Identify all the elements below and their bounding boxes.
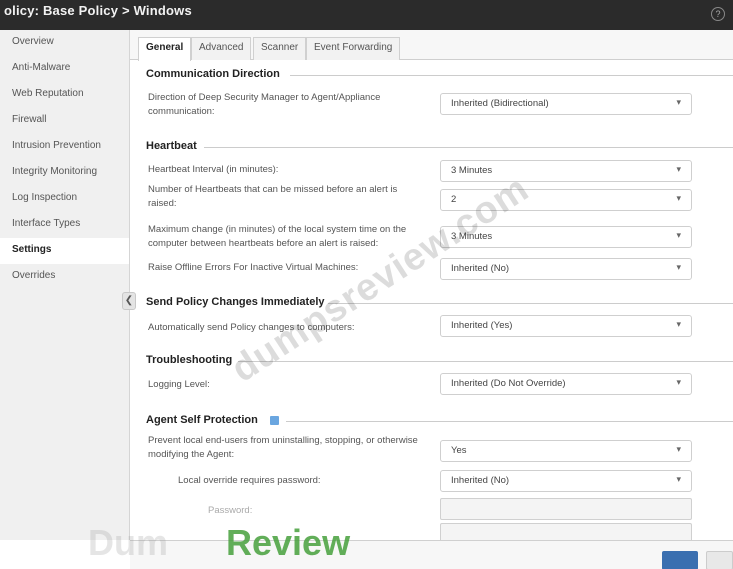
ok-button[interactable]	[662, 551, 698, 569]
bottom-watermark-green: Review	[226, 522, 351, 563]
tab-advanced[interactable]: Advanced	[191, 37, 252, 60]
heartbeat-interval-value: 3 Minutes	[451, 165, 493, 176]
main-panel: General Advanced Scanner Event Forwardin…	[130, 30, 733, 545]
direction-select-value: Inherited (Bidirectional)	[451, 98, 549, 109]
local-override-select[interactable]: Inherited (No) ▾	[440, 470, 692, 492]
local-override-label: Local override requires password:	[178, 475, 321, 486]
prevent-uninstall-value: Yes	[451, 445, 467, 456]
direction-label: Direction of Deep Security Manager to Ag…	[148, 92, 381, 117]
missed-heartbeats-label: Number of Heartbeats that can be missed …	[148, 184, 398, 209]
tab-event-forwarding[interactable]: Event Forwarding	[306, 37, 401, 60]
section-divider	[286, 421, 733, 422]
sidebar-item-settings[interactable]: Settings	[0, 238, 129, 264]
sidebar-item-overview[interactable]: Overview	[0, 30, 129, 56]
sidebar-item-integrity-monitoring[interactable]: Integrity Monitoring	[0, 160, 129, 186]
cancel-button[interactable]	[706, 551, 733, 569]
direction-select[interactable]: Inherited (Bidirectional) ▾	[440, 93, 692, 115]
heartbeat-interval-label: Heartbeat Interval (in minutes):	[148, 164, 279, 175]
section-divider	[204, 147, 733, 148]
sidebar: Overview Anti-Malware Web Reputation Fir…	[0, 30, 130, 540]
auto-send-select[interactable]: Inherited (Yes) ▾	[440, 315, 692, 337]
password-field[interactable]	[440, 498, 692, 520]
help-icon[interactable]: ?	[711, 7, 725, 21]
sidebar-item-interface-types[interactable]: Interface Types	[0, 212, 129, 238]
prevent-uninstall-label: Prevent local end-users from uninstallin…	[148, 435, 418, 460]
tab-scanner[interactable]: Scanner	[253, 37, 307, 60]
chevron-down-icon: ▾	[676, 444, 681, 454]
info-icon[interactable]	[270, 416, 279, 425]
chevron-down-icon: ▾	[676, 319, 681, 329]
sidebar-item-overrides[interactable]: Overrides	[0, 264, 129, 290]
sidebar-item-firewall[interactable]: Firewall	[0, 108, 129, 134]
offline-errors-value: Inherited (No)	[451, 263, 510, 274]
bottom-watermark-grey: Dum	[88, 522, 168, 563]
chevron-down-icon: ▾	[676, 262, 681, 272]
section-title-heartbeat: Heartbeat	[146, 140, 197, 152]
section-title-troubleshooting: Troubleshooting	[146, 354, 233, 366]
logging-level-label: Logging Level:	[148, 379, 210, 390]
sidebar-item-web-reputation[interactable]: Web Reputation	[0, 82, 129, 108]
section-title-self-protection: Agent Self Protection	[146, 414, 258, 426]
offline-errors-select[interactable]: Inherited (No) ▾	[440, 258, 692, 280]
section-divider	[290, 75, 733, 76]
clock-change-label: Maximum change (in minutes) of the local…	[148, 224, 407, 249]
tab-bar: General Advanced Scanner Event Forwardin…	[130, 30, 733, 61]
chevron-down-icon: ▾	[676, 474, 681, 484]
window-title: olicy: Base Policy > Windows	[4, 3, 192, 18]
section-title-communication: Communication Direction	[146, 68, 280, 80]
heartbeat-interval-select[interactable]: 3 Minutes ▾	[440, 160, 692, 182]
section-divider	[328, 303, 733, 304]
section-divider	[238, 361, 733, 362]
sidebar-item-intrusion-prevention[interactable]: Intrusion Prevention	[0, 134, 129, 160]
chevron-down-icon: ▾	[676, 230, 681, 240]
prevent-uninstall-select[interactable]: Yes ▾	[440, 440, 692, 462]
sidebar-item-anti-malware[interactable]: Anti-Malware	[0, 56, 129, 82]
auto-send-value: Inherited (Yes)	[451, 320, 513, 331]
missed-heartbeats-value: 2	[451, 194, 457, 205]
chevron-down-icon: ▾	[676, 164, 681, 174]
logging-level-select[interactable]: Inherited (Do Not Override) ▾	[440, 373, 692, 395]
sidebar-item-log-inspection[interactable]: Log Inspection	[0, 186, 129, 212]
bottom-watermark: Dum Review	[88, 522, 350, 564]
tab-general[interactable]: General	[138, 37, 192, 61]
password-label: Password:	[208, 505, 253, 516]
chevron-down-icon: ▾	[676, 377, 681, 387]
window-titlebar: olicy: Base Policy > Windows ?	[0, 0, 733, 30]
local-override-value: Inherited (No)	[451, 475, 510, 486]
chevron-down-icon: ▾	[676, 97, 681, 107]
chevron-down-icon: ▾	[676, 193, 681, 203]
logging-level-value: Inherited (Do Not Override)	[451, 378, 566, 389]
